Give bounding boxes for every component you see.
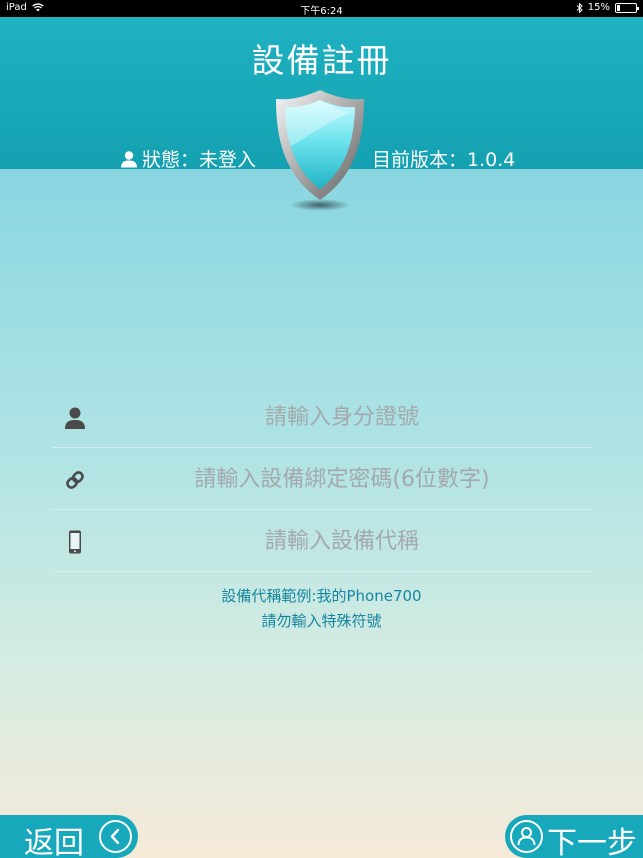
login-status-text: 狀態：未登入	[142, 149, 257, 171]
bluetooth-icon	[576, 2, 583, 13]
device-name-input[interactable]	[92, 520, 592, 562]
no-special-chars-hint: 請勿輸入特殊符號	[261, 612, 382, 630]
page-title: 設備註冊	[251, 41, 392, 80]
battery-icon	[615, 2, 639, 13]
shield-icon	[276, 90, 364, 211]
person-icon	[65, 407, 85, 429]
id-number-row	[52, 386, 592, 448]
next-button-label: 下一步	[547, 826, 637, 858]
status-time: 下午6:24	[300, 6, 343, 17]
phone-icon	[69, 530, 81, 554]
user-icon	[121, 150, 137, 167]
next-button[interactable]: 下一步	[505, 815, 643, 858]
binding-password-input[interactable]	[92, 458, 592, 500]
back-button-label: 返回	[24, 826, 84, 858]
registration-form	[52, 386, 592, 572]
link-icon	[66, 471, 84, 489]
battery-fill	[617, 4, 620, 11]
user-outline-icon	[510, 820, 543, 853]
status-right: 15%	[576, 2, 639, 13]
chevron-left-icon	[99, 820, 132, 853]
login-status: 狀態：未登入	[120, 145, 256, 172]
device-name-row	[52, 510, 592, 572]
status-bar: iPad 下午6:24 15%	[0, 0, 643, 17]
app-version: 目前版本：1.0.4	[372, 149, 516, 171]
battery-percent: 15%	[587, 2, 610, 13]
id-number-input[interactable]	[92, 396, 592, 438]
binding-password-row	[52, 448, 592, 510]
back-button[interactable]: 返回	[0, 815, 138, 858]
device-name-example-hint: 設備代稱範例:我的Phone700	[221, 587, 422, 605]
